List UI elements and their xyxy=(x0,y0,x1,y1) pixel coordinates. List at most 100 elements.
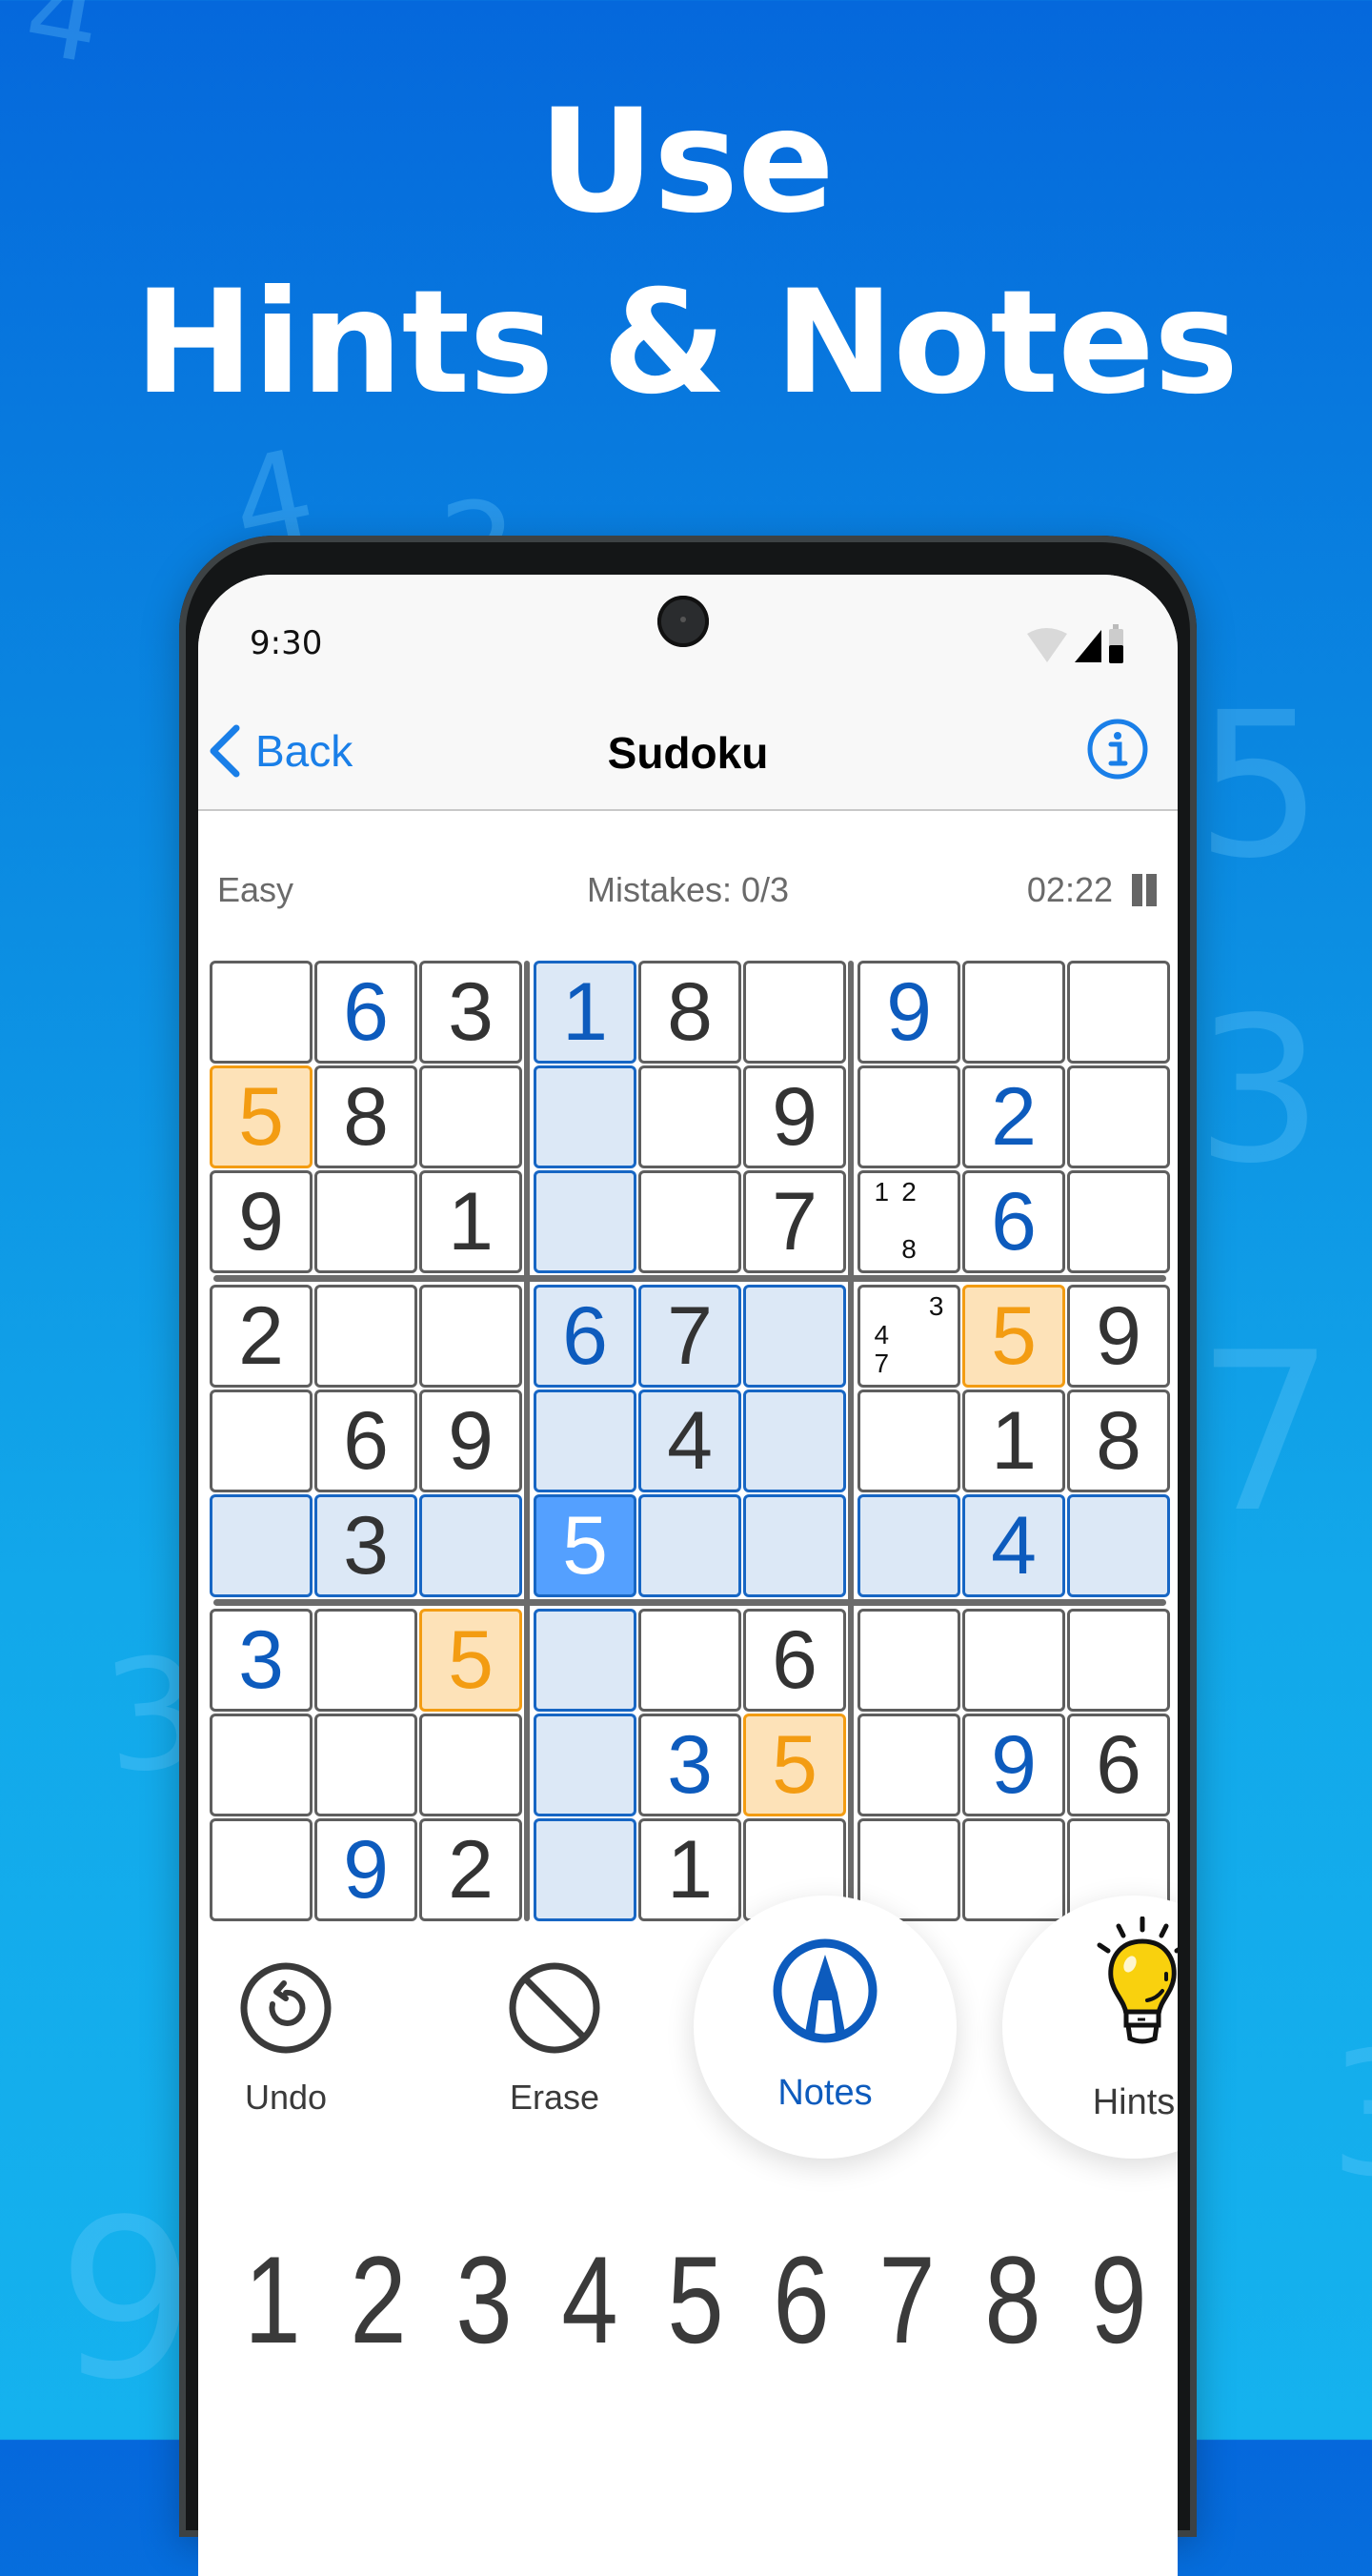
sudoku-cell-r6c3[interactable] xyxy=(419,1494,522,1597)
sudoku-cell-r7c4[interactable] xyxy=(534,1609,636,1712)
erase-button[interactable]: Erase xyxy=(497,1960,612,2118)
sudoku-cell-r7c7[interactable] xyxy=(858,1609,960,1712)
sudoku-cell-r4c3[interactable] xyxy=(419,1285,522,1388)
sudoku-cell-r4c4[interactable]: 6 xyxy=(534,1285,636,1388)
number-key-9[interactable]: 9 xyxy=(1079,2214,1158,2385)
sudoku-cell-r3c3[interactable]: 1 xyxy=(419,1170,522,1273)
sudoku-cell-r6c9[interactable] xyxy=(1067,1494,1170,1597)
sudoku-cell-r1c5[interactable]: 8 xyxy=(638,961,741,1064)
sudoku-cell-r3c4[interactable] xyxy=(534,1170,636,1273)
notes-button[interactable]: Notes xyxy=(694,1896,957,2159)
sudoku-cell-r2c8[interactable]: 2 xyxy=(962,1065,1065,1168)
sudoku-cell-r7c5[interactable] xyxy=(638,1609,741,1712)
background-digit: 5 xyxy=(1196,669,1323,903)
sudoku-cell-r4c6[interactable] xyxy=(743,1285,846,1388)
sudoku-cell-r4c9[interactable]: 9 xyxy=(1067,1285,1170,1388)
pause-icon[interactable] xyxy=(1130,874,1159,906)
number-key-8[interactable]: 8 xyxy=(974,2214,1052,2385)
cell-value: 6 xyxy=(562,1289,608,1382)
sudoku-cell-r7c8[interactable] xyxy=(962,1609,1065,1712)
sudoku-cell-r2c9[interactable] xyxy=(1067,1065,1170,1168)
sudoku-cell-r5c9[interactable]: 8 xyxy=(1067,1389,1170,1492)
sudoku-cell-r8c3[interactable] xyxy=(419,1714,522,1816)
sudoku-cell-r6c8[interactable]: 4 xyxy=(962,1494,1065,1597)
sudoku-cell-r4c2[interactable] xyxy=(314,1285,417,1388)
sudoku-cell-r7c9[interactable] xyxy=(1067,1609,1170,1712)
sudoku-cell-r1c9[interactable] xyxy=(1067,961,1170,1064)
sudoku-cell-r8c5[interactable]: 3 xyxy=(638,1714,741,1816)
number-key-1[interactable]: 1 xyxy=(233,2214,312,2385)
sudoku-cell-r6c1[interactable] xyxy=(210,1494,313,1597)
sudoku-cell-r6c6[interactable] xyxy=(743,1494,846,1597)
sudoku-cell-r4c7[interactable]: 3 47 xyxy=(858,1285,960,1388)
sudoku-cell-r5c6[interactable] xyxy=(743,1389,846,1492)
page-title: Sudoku xyxy=(607,728,769,778)
sudoku-cell-r1c6[interactable] xyxy=(743,961,846,1064)
undo-button[interactable]: Undo xyxy=(229,1960,343,2118)
sudoku-cell-r2c2[interactable]: 8 xyxy=(314,1065,417,1168)
sudoku-cell-r2c1[interactable]: 5 xyxy=(210,1065,313,1168)
sudoku-cell-r9c2[interactable]: 9 xyxy=(314,1818,417,1921)
sudoku-cell-r2c6[interactable]: 9 xyxy=(743,1065,846,1168)
sudoku-cell-r8c4[interactable] xyxy=(534,1714,636,1816)
sudoku-cell-r4c5[interactable]: 7 xyxy=(638,1285,741,1388)
sudoku-cell-r5c7[interactable] xyxy=(858,1389,960,1492)
number-key-5[interactable]: 5 xyxy=(656,2214,735,2385)
sudoku-cell-r9c8[interactable] xyxy=(962,1818,1065,1921)
sudoku-cell-r6c2[interactable]: 3 xyxy=(314,1494,417,1597)
sudoku-cell-r8c1[interactable] xyxy=(210,1714,313,1816)
notes-label: Notes xyxy=(777,2073,873,2113)
number-key-2[interactable]: 2 xyxy=(339,2214,417,2385)
sudoku-cell-r5c8[interactable]: 1 xyxy=(962,1389,1065,1492)
sudoku-cell-r8c8[interactable]: 9 xyxy=(962,1714,1065,1816)
sudoku-cell-r2c4[interactable] xyxy=(534,1065,636,1168)
sudoku-cell-r3c7[interactable]: 12 8 xyxy=(858,1170,960,1273)
sudoku-cell-r3c9[interactable] xyxy=(1067,1170,1170,1273)
sudoku-cell-r3c2[interactable] xyxy=(314,1170,417,1273)
sudoku-cell-r8c2[interactable] xyxy=(314,1714,417,1816)
number-key-6[interactable]: 6 xyxy=(762,2214,840,2385)
sudoku-cell-r1c7[interactable]: 9 xyxy=(858,961,960,1064)
sudoku-cell-r7c3[interactable]: 5 xyxy=(419,1609,522,1712)
sudoku-cell-r7c1[interactable]: 3 xyxy=(210,1609,313,1712)
sudoku-cell-r3c8[interactable]: 6 xyxy=(962,1170,1065,1273)
sudoku-cell-r3c1[interactable]: 9 xyxy=(210,1170,313,1273)
sudoku-cell-r5c1[interactable] xyxy=(210,1389,313,1492)
sudoku-cell-r8c9[interactable]: 6 xyxy=(1067,1714,1170,1816)
sudoku-cell-r6c5[interactable] xyxy=(638,1494,741,1597)
sudoku-cell-r4c1[interactable]: 2 xyxy=(210,1285,313,1388)
sudoku-cell-r9c4[interactable] xyxy=(534,1818,636,1921)
sudoku-cell-r3c6[interactable]: 7 xyxy=(743,1170,846,1273)
sudoku-cell-r1c8[interactable] xyxy=(962,961,1065,1064)
info-icon[interactable] xyxy=(1086,718,1149,781)
sudoku-cell-r6c4[interactable]: 5 xyxy=(534,1494,636,1597)
sudoku-cell-r2c3[interactable] xyxy=(419,1065,522,1168)
sudoku-cell-r9c5[interactable]: 1 xyxy=(638,1818,741,1921)
sudoku-cell-r1c4[interactable]: 1 xyxy=(534,961,636,1064)
sudoku-cell-r5c4[interactable] xyxy=(534,1389,636,1492)
sudoku-cell-r2c7[interactable] xyxy=(858,1065,960,1168)
sudoku-cell-r8c7[interactable] xyxy=(858,1714,960,1816)
sudoku-cell-r6c7[interactable] xyxy=(858,1494,960,1597)
sudoku-cell-r3c5[interactable] xyxy=(638,1170,741,1273)
number-key-7[interactable]: 7 xyxy=(868,2214,946,2385)
sudoku-cell-r9c1[interactable] xyxy=(210,1818,313,1921)
hints-button[interactable]: Hints xyxy=(1002,1896,1178,2159)
sudoku-cell-r1c1[interactable] xyxy=(210,961,313,1064)
sudoku-cell-r1c3[interactable]: 3 xyxy=(419,961,522,1064)
note-digit xyxy=(922,1322,950,1350)
sudoku-cell-r7c6[interactable]: 6 xyxy=(743,1609,846,1712)
sudoku-cell-r9c3[interactable]: 2 xyxy=(419,1818,522,1921)
cell-value: 8 xyxy=(1096,1394,1141,1487)
sudoku-cell-r2c5[interactable] xyxy=(638,1065,741,1168)
sudoku-cell-r4c8[interactable]: 5 xyxy=(962,1285,1065,1388)
sudoku-cell-r5c2[interactable]: 6 xyxy=(314,1389,417,1492)
sudoku-cell-r5c5[interactable]: 4 xyxy=(638,1389,741,1492)
sudoku-cell-r5c3[interactable]: 9 xyxy=(419,1389,522,1492)
sudoku-cell-r1c2[interactable]: 6 xyxy=(314,961,417,1064)
sudoku-cell-r8c6[interactable]: 5 xyxy=(743,1714,846,1816)
number-key-4[interactable]: 4 xyxy=(551,2214,629,2385)
number-key-3[interactable]: 3 xyxy=(445,2214,523,2385)
sudoku-cell-r7c2[interactable] xyxy=(314,1609,417,1712)
cell-value: 6 xyxy=(1096,1718,1141,1811)
